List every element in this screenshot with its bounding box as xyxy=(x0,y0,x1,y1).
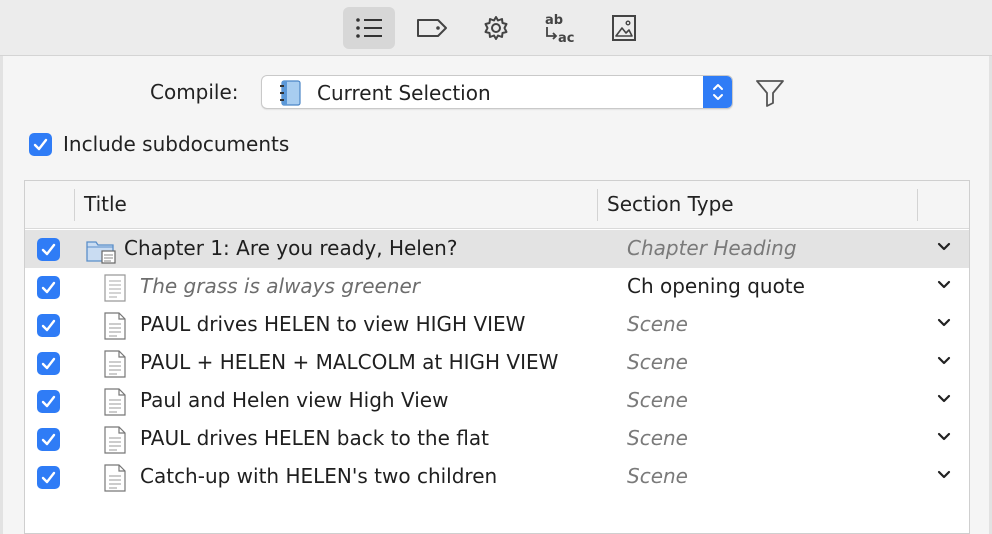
checkmark-icon xyxy=(41,471,56,484)
table-row[interactable]: The grass is always greener Ch opening q… xyxy=(25,268,969,306)
metadata-tab-button[interactable] xyxy=(406,7,458,49)
text-document-icon xyxy=(104,426,126,454)
row-title: The grass is always greener xyxy=(140,274,421,298)
column-divider[interactable] xyxy=(917,189,918,221)
replacements-top-text: ab xyxy=(545,13,563,28)
row-title: PAUL drives HELEN to view HIGH VIEW xyxy=(140,312,526,336)
row-checkbox[interactable] xyxy=(37,390,60,413)
row-section-type[interactable]: Ch opening quote xyxy=(627,274,805,298)
popup-stepper[interactable] xyxy=(703,76,732,108)
table-row[interactable]: Catch-up with HELEN's two children Scene xyxy=(25,458,969,496)
include-subdocuments-label: Include subdocuments xyxy=(63,132,290,156)
chevron-down-icon[interactable] xyxy=(937,280,951,290)
row-section-type[interactable]: Scene xyxy=(627,388,688,412)
checkmark-icon xyxy=(41,357,56,370)
row-title: Paul and Helen view High View xyxy=(140,388,449,412)
row-title: Catch-up with HELEN's two children xyxy=(140,464,498,488)
document-group-icon xyxy=(280,80,301,106)
row-title: PAUL drives HELEN back to the flat xyxy=(140,426,489,450)
row-checkbox[interactable] xyxy=(37,238,60,261)
chevron-down-icon[interactable] xyxy=(937,432,951,442)
row-checkbox[interactable] xyxy=(37,428,60,451)
row-section-type[interactable]: Scene xyxy=(627,350,688,374)
chevron-down-icon[interactable] xyxy=(937,318,951,328)
row-title: PAUL + HELEN + MALCOLM at HIGH VIEW xyxy=(140,350,559,374)
chevron-up-down-icon xyxy=(712,84,723,100)
table-header: Title Section Type xyxy=(25,181,969,229)
chevron-down-icon[interactable] xyxy=(937,242,951,252)
row-section-type[interactable]: Scene xyxy=(627,464,688,488)
checkmark-icon xyxy=(41,395,56,408)
row-checkbox[interactable] xyxy=(37,314,60,337)
compile-popup[interactable]: Current Selection xyxy=(261,75,733,109)
column-divider[interactable] xyxy=(597,189,598,221)
replacements-bottom-text: ac xyxy=(558,31,574,45)
row-checkbox[interactable] xyxy=(37,352,60,375)
toolbar: ab ac xyxy=(0,0,992,56)
cover-tab-button[interactable] xyxy=(598,7,650,49)
row-checkbox[interactable] xyxy=(37,466,60,489)
left-edge xyxy=(0,56,3,534)
row-section-type[interactable]: Chapter Heading xyxy=(627,236,797,260)
row-title: Chapter 1: Are you ready, Helen? xyxy=(124,236,458,260)
text-document-icon xyxy=(104,350,126,378)
replacements-tab-button[interactable]: ab ac xyxy=(534,7,586,49)
column-divider[interactable] xyxy=(74,189,75,221)
contents-tab-button[interactable] xyxy=(343,7,395,49)
checkmark-icon xyxy=(41,243,56,256)
table-row[interactable]: Paul and Helen view High View Scene xyxy=(25,382,969,420)
compile-selected-value: Current Selection xyxy=(317,81,491,105)
row-section-type[interactable]: Scene xyxy=(627,426,688,450)
row-section-type[interactable]: Scene xyxy=(627,312,688,336)
folder-icon xyxy=(86,241,116,264)
table-row[interactable]: Chapter 1: Are you ready, Helen? Chapter… xyxy=(25,230,969,268)
column-header-title[interactable]: Title xyxy=(84,192,127,216)
compile-label: Compile: xyxy=(150,80,239,104)
chevron-down-icon[interactable] xyxy=(937,394,951,404)
include-subdocuments-checkbox[interactable] xyxy=(29,133,52,156)
chevron-down-icon[interactable] xyxy=(937,470,951,480)
text-document-icon xyxy=(104,388,126,416)
table-row[interactable]: PAUL drives HELEN back to the flat Scene xyxy=(25,420,969,458)
table-row[interactable]: PAUL drives HELEN to view HIGH VIEW Scen… xyxy=(25,306,969,344)
text-document-icon xyxy=(104,464,126,492)
text-document-icon xyxy=(104,274,126,302)
gear-icon xyxy=(484,16,508,40)
checkmark-icon xyxy=(41,281,56,294)
contents-table: Title Section Type Chapter 1: Are you re… xyxy=(24,180,970,534)
checkmark-icon xyxy=(41,433,56,446)
checkmark-icon xyxy=(33,138,48,151)
chevron-down-icon[interactable] xyxy=(937,356,951,366)
options-tab-button[interactable] xyxy=(470,7,522,49)
filter-icon[interactable] xyxy=(754,78,786,108)
table-row[interactable]: PAUL + HELEN + MALCOLM at HIGH VIEW Scen… xyxy=(25,344,969,382)
row-checkbox[interactable] xyxy=(37,276,60,299)
image-icon xyxy=(612,15,636,41)
tag-icon xyxy=(417,19,447,37)
replacements-icon: ab ac xyxy=(545,13,574,45)
text-document-icon xyxy=(104,312,126,340)
checkmark-icon xyxy=(41,319,56,332)
column-header-section-type[interactable]: Section Type xyxy=(607,192,734,216)
list-icon xyxy=(356,18,382,38)
